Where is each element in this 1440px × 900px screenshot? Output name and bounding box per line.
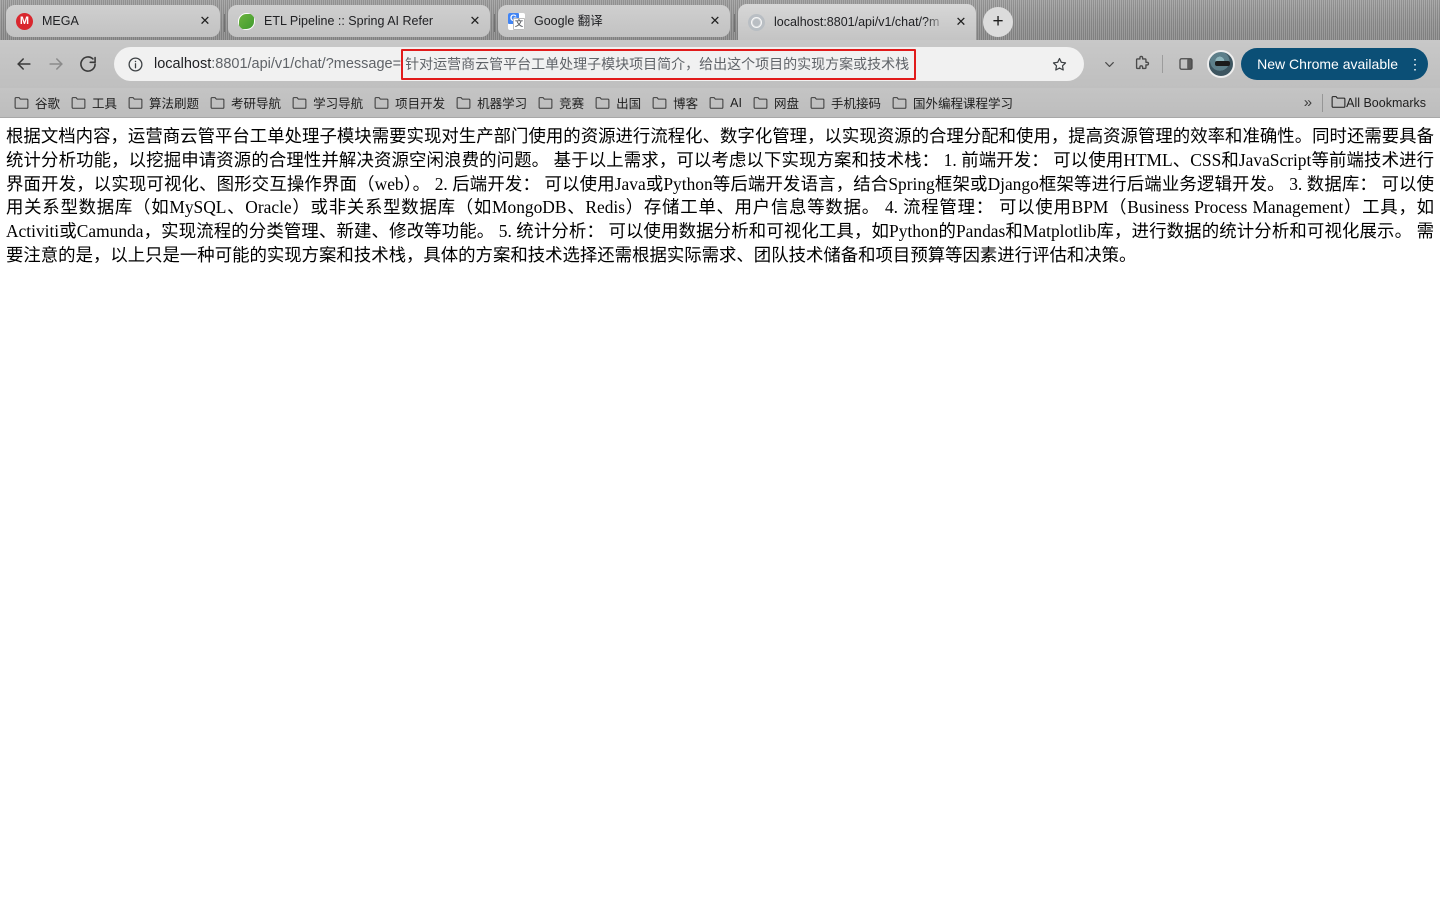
browser-tab-localhost-chat[interactable]: localhost:8801/api/v1/chat/?m ✕ <box>738 4 976 40</box>
browser-tab-mega[interactable]: MEGA ✕ <box>6 5 220 37</box>
folder-icon <box>538 96 553 109</box>
puzzle-piece-icon[interactable] <box>1126 49 1156 79</box>
folder-icon <box>210 96 225 109</box>
folder-icon <box>71 96 86 109</box>
globe-icon <box>748 13 765 31</box>
folder-icon <box>128 96 143 109</box>
bookmark-label: 网盘 <box>773 97 799 111</box>
all-bookmarks-label: All Bookmarks <box>1346 95 1426 110</box>
star-icon[interactable] <box>1046 51 1072 77</box>
bookmark-label: 考研导航 <box>231 97 282 111</box>
url-text[interactable]: localhost:8801/api/v1/chat/?message= 针对运营… <box>154 48 1040 80</box>
folder-icon <box>1331 95 1346 111</box>
bookmark-item[interactable]: AI <box>705 93 749 113</box>
bookmark-label: 博客 <box>673 97 699 111</box>
bookmark-item[interactable]: 竞赛 <box>534 90 591 115</box>
bookmark-item[interactable]: 机器学习 <box>452 90 534 115</box>
page-viewport: 根据文档内容，运营商云管平台工单处理子模块需要实现对生产部门使用的资源进行流程化… <box>0 118 1440 899</box>
bookmark-item[interactable]: 博客 <box>648 90 705 115</box>
all-bookmarks-button[interactable]: All Bookmarks <box>1323 92 1432 114</box>
tab-separator <box>494 14 495 32</box>
tab-separator <box>734 14 735 32</box>
folder-icon <box>709 96 724 109</box>
spring-leaf-icon <box>238 12 255 30</box>
bookmark-label: 学习导航 <box>313 97 364 111</box>
close-icon[interactable]: ✕ <box>194 10 216 32</box>
tab-strip: MEGA ✕ ETL Pipeline :: Spring AI Refer ✕… <box>0 0 1440 40</box>
bookmark-item[interactable]: 考研导航 <box>206 90 288 115</box>
chat-response-text: 根据文档内容，运营商云管平台工单处理子模块需要实现对生产部门使用的资源进行流程化… <box>6 126 1434 265</box>
folder-icon <box>14 96 29 109</box>
url-host: localhost <box>154 56 212 72</box>
bookmark-item[interactable]: 手机接码 <box>806 90 888 115</box>
back-button[interactable] <box>8 48 40 80</box>
close-icon[interactable]: ✕ <box>464 10 486 32</box>
tab-title: localhost:8801/api/v1/chat/?m <box>774 15 940 29</box>
tab-title: Google 翻译 <box>534 14 603 28</box>
address-bar[interactable]: localhost:8801/api/v1/chat/?message= 针对运营… <box>114 47 1085 81</box>
bookmark-label: 国外编程课程学习 <box>913 97 1014 111</box>
browser-tab-etl-pipeline[interactable]: ETL Pipeline :: Spring AI Refer ✕ <box>228 5 490 37</box>
tab-title: MEGA <box>42 14 79 28</box>
bookmark-label: 算法刷题 <box>149 97 200 111</box>
google-translate-icon <box>508 12 525 30</box>
new-chrome-label: New Chrome available <box>1257 56 1398 72</box>
bookmark-label: 竞赛 <box>559 97 585 111</box>
close-icon[interactable]: ✕ <box>704 10 726 32</box>
url-query-highlight: 针对运营商云管平台工单处理子模块项目简介，给出这个项目的实现方案或技术栈 <box>401 48 917 80</box>
browser-toolbar: localhost:8801/api/v1/chat/?message= 针对运营… <box>0 40 1440 88</box>
bookmark-label: 机器学习 <box>477 97 528 111</box>
reload-button[interactable] <box>72 48 104 80</box>
folder-icon <box>292 96 307 109</box>
bookmark-item[interactable]: 学习导航 <box>288 90 370 115</box>
bookmark-label: 出国 <box>616 97 642 111</box>
url-path: :8801/api/v1/chat/?message= <box>211 56 402 72</box>
close-icon[interactable]: ✕ <box>950 11 972 33</box>
folder-icon <box>652 96 667 109</box>
bookmark-label: 工具 <box>92 97 118 111</box>
browser-tab-google-translate[interactable]: Google 翻译 ✕ <box>498 5 730 37</box>
folder-icon <box>595 96 610 109</box>
folder-icon <box>753 96 768 109</box>
tab-title: ETL Pipeline :: Spring AI Refer <box>264 14 434 28</box>
bookmark-item[interactable]: 网盘 <box>749 90 806 115</box>
profile-avatar[interactable] <box>1207 50 1236 78</box>
tab-separator <box>224 14 225 32</box>
bookmark-item[interactable]: 算法刷题 <box>124 90 206 115</box>
mega-icon <box>16 12 33 30</box>
forward-button[interactable] <box>40 48 72 80</box>
new-chrome-available-button[interactable]: New Chrome available ⋮ <box>1241 48 1428 80</box>
kebab-menu-icon[interactable]: ⋮ <box>1408 57 1422 71</box>
bookmarks-bar: 谷歌 工具 算法刷题 考研导航 学习导航 项目开发 机器学习 竞赛 出国 博客 … <box>0 88 1440 118</box>
toolbar-divider <box>1162 55 1164 73</box>
bookmark-label: AI <box>730 95 742 110</box>
chevron-down-icon[interactable] <box>1094 49 1124 79</box>
folder-icon <box>810 96 825 109</box>
folder-icon <box>456 96 471 109</box>
info-circle-icon[interactable] <box>124 53 146 75</box>
bookmark-item[interactable]: 项目开发 <box>370 90 452 115</box>
new-tab-button[interactable]: + <box>983 7 1013 37</box>
folder-icon <box>892 96 907 109</box>
bookmark-label: 谷歌 <box>35 97 61 111</box>
bookmark-label: 手机接码 <box>830 97 881 111</box>
bookmark-item[interactable]: 出国 <box>591 90 648 115</box>
bookmark-item[interactable]: 国外编程课程学习 <box>888 90 1020 115</box>
bookmark-label: 项目开发 <box>395 97 446 111</box>
folder-icon <box>374 96 389 109</box>
bookmark-item[interactable]: 工具 <box>67 90 124 115</box>
side-panel-icon[interactable] <box>1171 49 1201 79</box>
bookmarks-overflow-button[interactable]: » <box>1294 94 1322 111</box>
bookmark-item[interactable]: 谷歌 <box>10 90 67 115</box>
